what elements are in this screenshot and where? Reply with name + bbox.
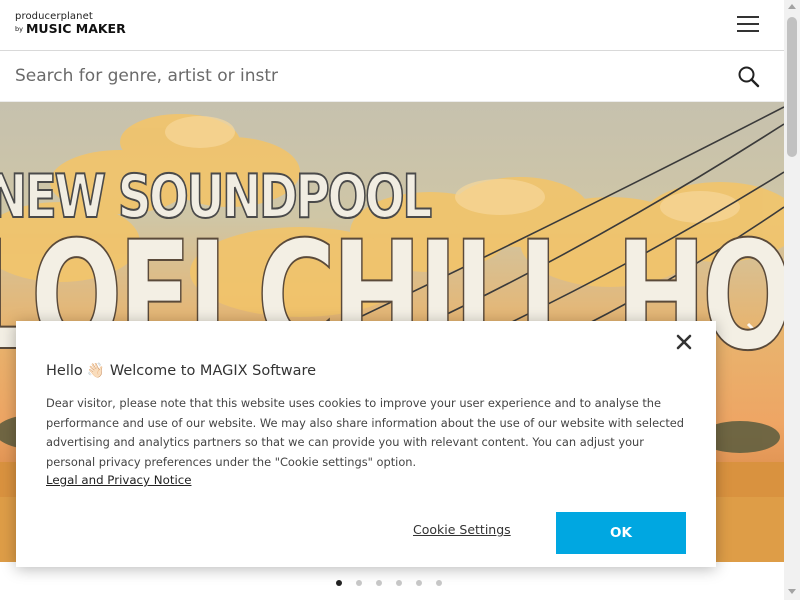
cookie-dialog-body: Dear visitor, please note that this webs… — [46, 396, 685, 469]
carousel-dot-5[interactable] — [416, 580, 422, 586]
ok-button[interactable]: OK — [556, 512, 686, 554]
scroll-up-arrow-icon[interactable] — [788, 4, 796, 9]
search-icon[interactable] — [737, 65, 761, 89]
scroll-down-arrow-icon[interactable] — [788, 589, 796, 594]
carousel-dot-2[interactable] — [356, 580, 362, 586]
logo-by: by — [15, 25, 23, 33]
page: producerplanet by MUSIC MAKER Search for… — [0, 0, 800, 600]
waving-hand-icon: 👋🏻 — [86, 363, 105, 379]
carousel-dot-1[interactable] — [336, 580, 342, 586]
scrollbar-thumb[interactable] — [787, 17, 797, 157]
carousel-pagination — [336, 571, 456, 586]
carousel-dot-6[interactable] — [436, 580, 442, 586]
legal-privacy-link[interactable]: Legal and Privacy Notice — [46, 473, 191, 487]
cookie-title-text: Welcome to MAGIX Software — [109, 363, 317, 379]
page-scrollbar[interactable] — [784, 0, 800, 600]
site-header: producerplanet by MUSIC MAKER — [0, 0, 784, 51]
cookie-greeting: Hello — [46, 363, 83, 379]
logo-music-maker: by MUSIC MAKER — [15, 21, 126, 36]
cookie-settings-button[interactable]: Cookie Settings — [413, 522, 511, 537]
cookie-consent-dialog: Hello 👋🏻 Welcome to MAGIX Software Dear vi… — [16, 321, 716, 567]
carousel-dot-3[interactable] — [376, 580, 382, 586]
site-logo[interactable]: producerplanet by MUSIC MAKER — [15, 12, 126, 36]
carousel-dot-4[interactable] — [396, 580, 402, 586]
search-bar — [0, 51, 784, 102]
logo-music-maker-text: MUSIC MAKER — [25, 21, 126, 36]
search-input[interactable] — [15, 61, 715, 91]
close-icon[interactable] — [676, 334, 692, 350]
cookie-dialog-title: Hello 👋🏻 Welcome to MAGIX Software — [46, 362, 316, 379]
hamburger-menu-icon[interactable] — [737, 16, 759, 34]
